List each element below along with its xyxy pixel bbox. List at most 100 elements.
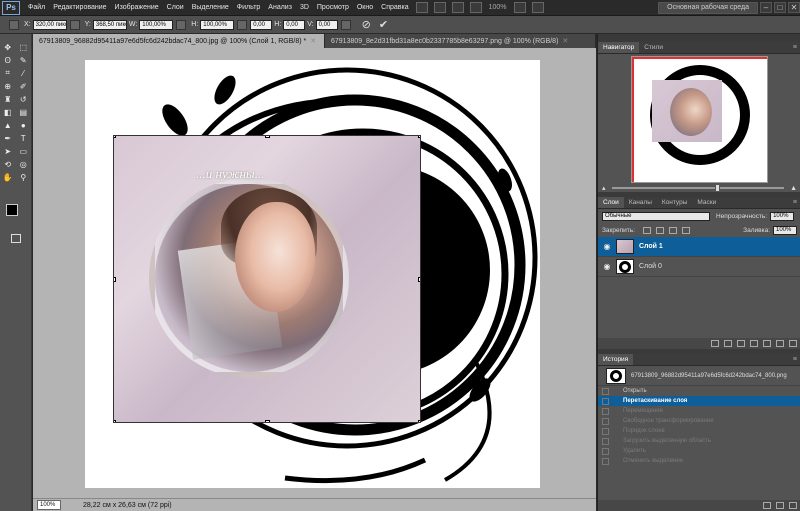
- navigator-preview[interactable]: [631, 56, 768, 183]
- history-step-current[interactable]: Перетаскивание слоя: [598, 396, 800, 406]
- new-group-icon[interactable]: [763, 340, 771, 347]
- history-step[interactable]: Загрузить выделенную область: [598, 436, 800, 446]
- v-skew-input[interactable]: 0,00: [315, 19, 338, 30]
- lasso-tool-icon[interactable]: ʘ: [3, 55, 13, 65]
- path-select-icon[interactable]: ➤: [3, 146, 13, 156]
- minimize-icon[interactable]: –: [760, 2, 772, 13]
- restore-icon[interactable]: □: [774, 2, 786, 13]
- blur-tool-icon[interactable]: ▲: [3, 120, 13, 130]
- 3d-orbit-icon[interactable]: ◎: [18, 159, 28, 169]
- history-step[interactable]: Свободное трансформирование: [598, 416, 800, 426]
- close-tab-icon[interactable]: ✕: [310, 37, 316, 45]
- warp-icon[interactable]: [340, 19, 351, 30]
- menu-image[interactable]: Изображение: [111, 4, 163, 11]
- fill-input[interactable]: 100%: [773, 225, 797, 235]
- tab-paths[interactable]: Контуры: [657, 197, 693, 208]
- relative-position-icon[interactable]: [69, 19, 80, 30]
- pen-tool-icon[interactable]: ✒: [3, 133, 13, 143]
- menu-layers[interactable]: Слои: [163, 4, 188, 11]
- delete-state-icon[interactable]: [789, 502, 797, 509]
- mini-bridge-icon[interactable]: [433, 2, 446, 13]
- transform-handle-tl[interactable]: [114, 136, 116, 138]
- panel-menu-icon[interactable]: ≡: [793, 42, 797, 53]
- history-step[interactable]: Отменить выделение: [598, 456, 800, 466]
- eyedropper-icon[interactable]: ⁄: [18, 68, 28, 78]
- x-input[interactable]: 320,00 пикс: [32, 19, 67, 30]
- new-layer-icon[interactable]: [776, 340, 784, 347]
- gradient-tool-icon[interactable]: ▤: [18, 107, 28, 117]
- height-input[interactable]: 100,00%: [200, 19, 235, 30]
- status-zoom-input[interactable]: 100%: [37, 500, 61, 510]
- tab-styles[interactable]: Стили: [639, 42, 668, 53]
- layer-row-1[interactable]: ◉ Слой 1: [598, 237, 800, 257]
- blend-mode-select[interactable]: Обычные: [602, 211, 710, 221]
- close-icon[interactable]: ✕: [788, 2, 800, 13]
- marquee-tool-icon[interactable]: ⬚: [18, 42, 28, 52]
- new-snapshot-icon[interactable]: [776, 502, 784, 509]
- menu-select[interactable]: Выделение: [188, 4, 233, 11]
- transform-handle-mr[interactable]: [418, 277, 420, 282]
- 3d-rotate-icon[interactable]: ⟲: [3, 159, 13, 169]
- cancel-transform-icon[interactable]: ⊘: [362, 18, 371, 31]
- reference-point-icon[interactable]: [9, 19, 19, 30]
- lock-position-icon[interactable]: [668, 226, 677, 234]
- zoom-icon[interactable]: [469, 2, 482, 13]
- transform-handle-tr[interactable]: [418, 136, 420, 138]
- workspace-switcher[interactable]: Основная рабочая среда: [658, 1, 758, 14]
- panel-menu-icon[interactable]: ≡: [793, 354, 797, 365]
- zoom-level[interactable]: 100%: [489, 4, 507, 11]
- tab-channels[interactable]: Каналы: [624, 197, 657, 208]
- document-tab-1[interactable]: 67913809_96882d95411a97e6d5fc6d242bdac74…: [33, 34, 325, 48]
- menu-file[interactable]: Файл: [24, 4, 49, 11]
- menu-3d[interactable]: 3D: [296, 4, 313, 11]
- menu-help[interactable]: Справка: [377, 4, 412, 11]
- quick-select-icon[interactable]: ✎: [18, 55, 28, 65]
- move-tool-icon[interactable]: ✥: [3, 42, 13, 52]
- foreground-color-swatch[interactable]: [6, 204, 18, 216]
- transform-bounding-box[interactable]: ...и нужны...: [113, 135, 421, 423]
- history-step[interactable]: Порядок слоев: [598, 426, 800, 436]
- transform-handle-bm[interactable]: [265, 420, 270, 422]
- lock-all-icon[interactable]: [681, 226, 690, 234]
- history-snapshot[interactable]: 67913809_96882d95411a97e6d5fc6d242bdac74…: [598, 366, 800, 386]
- h-skew-input[interactable]: 0,00: [283, 19, 306, 30]
- menu-analysis[interactable]: Анализ: [264, 4, 296, 11]
- history-step[interactable]: Открыть: [598, 386, 800, 396]
- zoom-slider-knob[interactable]: [715, 184, 721, 192]
- zoom-in-icon[interactable]: ▲: [790, 185, 797, 192]
- transform-handle-tm[interactable]: [265, 136, 270, 138]
- tab-layers[interactable]: Слои: [598, 197, 624, 208]
- transform-handle-ml[interactable]: [114, 277, 116, 282]
- link-layers-icon[interactable]: [711, 340, 719, 347]
- width-input[interactable]: 100,00%: [139, 19, 174, 30]
- lock-pixels-icon[interactable]: [655, 226, 664, 234]
- shape-tool-icon[interactable]: ▭: [18, 146, 28, 156]
- new-document-icon[interactable]: [763, 502, 771, 509]
- eraser-tool-icon[interactable]: ◧: [3, 107, 13, 117]
- visibility-eye-icon[interactable]: ◉: [601, 242, 613, 251]
- link-icon[interactable]: [176, 19, 187, 30]
- tab-navigator[interactable]: Навигатор: [598, 42, 640, 53]
- menu-view[interactable]: Просмотр: [313, 4, 353, 11]
- brush-tool-icon[interactable]: ✐: [18, 81, 28, 91]
- bridge-icon[interactable]: [415, 2, 428, 13]
- layer-style-icon[interactable]: [724, 340, 732, 347]
- healing-brush-icon[interactable]: ⊕: [3, 81, 13, 91]
- delete-layer-icon[interactable]: [789, 340, 797, 347]
- navigator-view-box[interactable]: [632, 57, 767, 182]
- history-brush-icon[interactable]: ↺: [18, 94, 28, 104]
- angle-input[interactable]: 0,00: [250, 19, 273, 30]
- y-input[interactable]: 368,50 пикс: [92, 19, 127, 30]
- layer-row-0[interactable]: ◉ Слой 0: [598, 257, 800, 277]
- zoom-out-icon[interactable]: ▴: [602, 184, 606, 192]
- menu-window[interactable]: Окно: [353, 4, 377, 11]
- document-tab-2[interactable]: 67913809_8e2d31fbd31a8ec0b2337785b8e6329…: [325, 34, 596, 48]
- hand-tool-icon[interactable]: ✋: [3, 172, 13, 182]
- clone-stamp-icon[interactable]: ♜: [3, 94, 13, 104]
- document-info[interactable]: 28,22 см x 26,63 см (72 ppi): [83, 502, 172, 509]
- zoom-tool-icon[interactable]: ⚲: [18, 172, 28, 182]
- tab-masks[interactable]: Маски: [692, 197, 721, 208]
- hand-icon[interactable]: [451, 2, 464, 13]
- tab-history[interactable]: История: [598, 354, 634, 365]
- screen-mode-icon[interactable]: [531, 2, 544, 13]
